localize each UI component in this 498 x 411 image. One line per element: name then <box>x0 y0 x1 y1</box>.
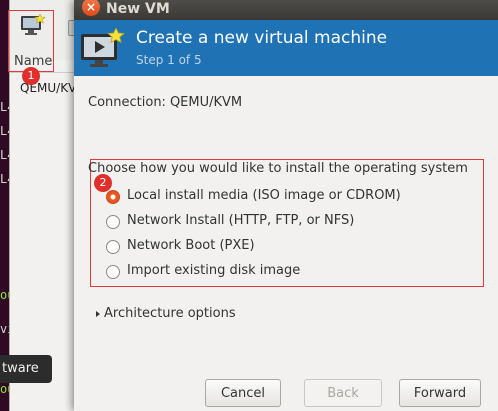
cancel-button[interactable]: Cancel <box>205 379 281 407</box>
window-title: New VM <box>106 1 170 17</box>
dialog-header: Create a new virtual machine Step 1 of 5 <box>74 20 498 76</box>
radio-unselected-icon[interactable] <box>106 215 120 229</box>
new-vm-dialog: × New VM Create a new virtual machine St… <box>74 0 498 411</box>
connection-value: QEMU/KVM <box>169 95 243 110</box>
virtual-machine-icon <box>81 28 125 67</box>
radio-unselected-icon[interactable] <box>106 265 120 279</box>
connection-row: Connection: QEMU/KVM <box>88 95 242 110</box>
step-indicator: Step 1 of 5 <box>136 53 202 67</box>
radio-selected-icon[interactable] <box>106 190 120 204</box>
annotation-badge-1: 1 <box>22 67 40 85</box>
divider <box>10 72 82 73</box>
back-button[interactable]: Back <box>304 379 382 407</box>
expander-arrow-icon[interactable] <box>96 311 100 317</box>
install-method-question: Choose how you would like to install the… <box>88 161 468 176</box>
dialog-titlebar[interactable]: × New VM <box>74 0 498 20</box>
header-title: Create a new virtual machine <box>136 28 388 48</box>
annotation-badge-2: 2 <box>94 174 112 192</box>
architecture-options-label[interactable]: Architecture options <box>104 306 236 321</box>
radio-label[interactable]: Network Install (HTTP, FTP, or NFS) <box>127 212 354 230</box>
connection-label: Connection: <box>88 95 166 110</box>
radio-label[interactable]: Import existing disk image <box>127 262 300 280</box>
radio-label[interactable]: Network Boot (PXE) <box>127 237 255 255</box>
radio-unselected-icon[interactable] <box>106 240 120 254</box>
forward-button[interactable]: Forward <box>399 379 481 407</box>
architecture-options-expander[interactable]: Architecture options <box>96 306 236 321</box>
tooltip: tware <box>0 355 52 383</box>
radio-label[interactable]: Local install media (ISO image or CDROM) <box>127 187 401 205</box>
annotation-box-1 <box>8 10 54 72</box>
close-icon[interactable]: × <box>82 0 100 16</box>
